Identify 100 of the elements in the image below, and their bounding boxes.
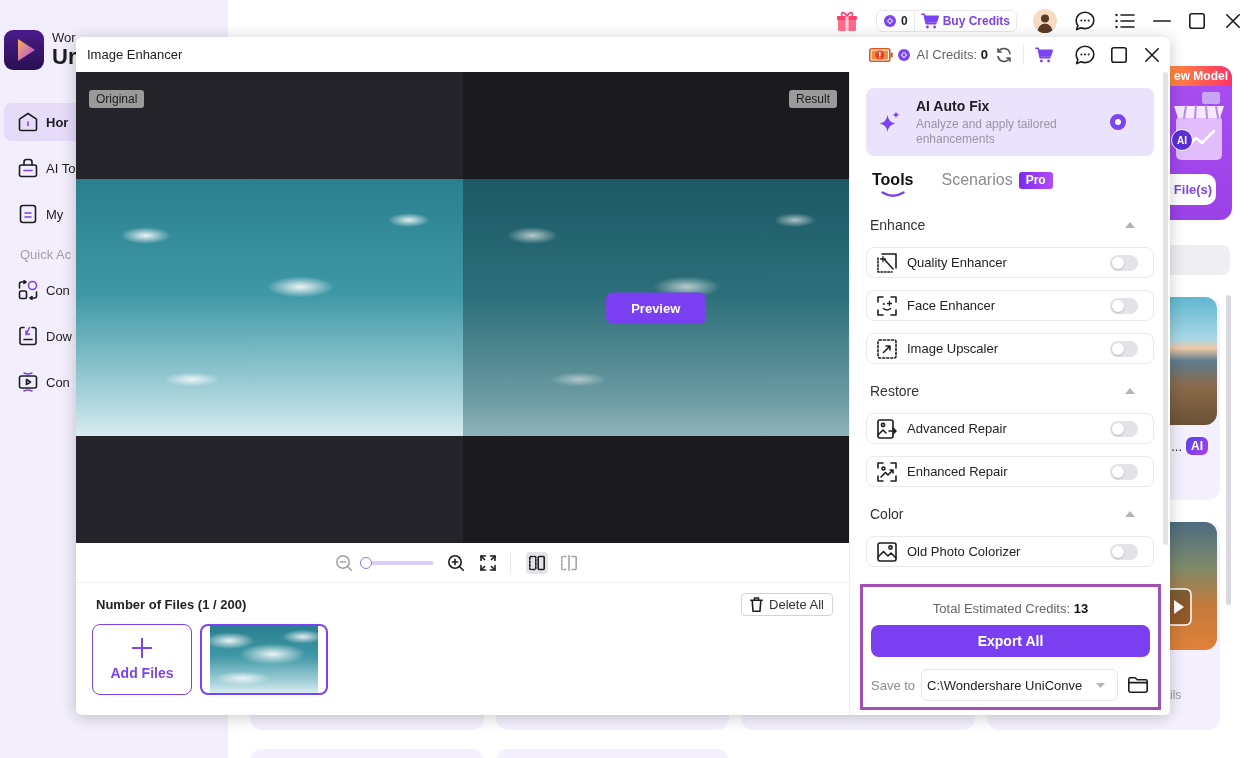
fullscreen-icon[interactable] [480, 554, 496, 571]
quick-action-item[interactable]: Con [4, 363, 76, 401]
quick-action-item[interactable]: Con [4, 271, 76, 309]
side-by-side-icon [529, 554, 545, 571]
cart-icon [920, 13, 939, 29]
tool-row[interactable]: Enhanced Repair [866, 456, 1154, 487]
ai-badge: AI [1186, 437, 1208, 455]
image-repair-icon [877, 418, 897, 439]
quick-action-item[interactable]: Dow [4, 317, 76, 355]
radio-button[interactable] [1110, 114, 1126, 130]
card-caption: ils [1170, 688, 1182, 702]
toggle-switch[interactable] [1110, 254, 1138, 271]
tool-label: Image Upscaler [907, 341, 1000, 356]
close-icon[interactable] [1145, 47, 1159, 62]
nav-item[interactable]: My [4, 195, 76, 233]
tool-row[interactable]: Face Enhancer [866, 290, 1154, 321]
download-icon [18, 326, 38, 346]
minimize-icon[interactable] [1153, 20, 1171, 22]
image-enhance-icon [877, 461, 897, 482]
credits-estimate: Total Estimated Credits: 13 [932, 601, 1089, 617]
ai-credits-text: AI Credits: 0 [916, 47, 988, 62]
home-icon [18, 112, 38, 132]
convert-icon [18, 280, 38, 300]
tool-label: Advanced Repair [907, 421, 1008, 436]
nav-item[interactable]: Hor [4, 103, 76, 141]
tool-label: Old Photo Colorizer [907, 544, 1022, 559]
card-description: Analyze and apply tailored enhancements [916, 116, 1058, 147]
image-label: Original [89, 90, 145, 108]
close-icon[interactable] [1226, 14, 1240, 28]
window-title: Image Enhancer [87, 47, 183, 62]
nav-item[interactable]: AI To [4, 149, 76, 187]
caret-down-icon [1096, 682, 1106, 688]
battery-alert-icon [869, 47, 894, 62]
toggle-switch[interactable] [1110, 340, 1138, 357]
tool-row[interactable]: Image Upscaler [866, 333, 1154, 364]
zoom-in-icon[interactable] [448, 554, 464, 571]
chat-icon[interactable] [1075, 11, 1095, 31]
scrollbar-thumb[interactable] [1226, 295, 1231, 605]
export-all-button[interactable]: Export All [871, 625, 1150, 657]
save-to-label: Save to [871, 677, 916, 693]
toggle-switch[interactable] [1110, 420, 1138, 437]
slider-thumb[interactable] [360, 556, 372, 569]
toggle-switch[interactable] [1110, 297, 1138, 314]
card-title: ... [1171, 438, 1182, 454]
section-heading: Quick Ac [20, 248, 72, 262]
wand-icon [877, 252, 897, 273]
tool-label: Enhanced Repair [907, 464, 1009, 479]
app-logo-icon [4, 30, 44, 70]
add-files-button[interactable]: Add Files [92, 624, 192, 695]
folder-icon[interactable] [1128, 677, 1148, 693]
tab-underline-icon [880, 191, 905, 197]
split-view-icon [561, 554, 577, 571]
zoom-out-icon[interactable] [336, 554, 352, 571]
section-heading: Enhance [870, 217, 926, 233]
image-thumbnail[interactable] [200, 624, 328, 695]
buy-credits-button[interactable]: Buy Credits [920, 13, 1010, 29]
view-mode-button[interactable] [526, 551, 548, 574]
scrollbar-thumb[interactable] [1163, 72, 1168, 545]
toggle-switch[interactable] [1110, 463, 1138, 480]
image-label: Result [789, 90, 837, 108]
trash-icon [750, 597, 764, 612]
upscale-icon [877, 338, 897, 359]
face-scan-icon [877, 295, 897, 316]
sparkle-icon [879, 111, 901, 133]
caret-up-icon[interactable] [1125, 222, 1135, 228]
bar-background [1170, 245, 1230, 275]
credit-count: 0 [900, 14, 908, 28]
gift-icon[interactable] [835, 10, 858, 32]
tab[interactable]: Tools [872, 170, 914, 198]
pro-badge: Pro [1018, 171, 1053, 189]
monitor-icon [18, 372, 38, 392]
document-icon [18, 204, 38, 224]
path-dropdown[interactable]: C:\Wondershare UniConve [921, 669, 1119, 701]
new-model-badge: ew Model [1170, 66, 1232, 86]
landscape-icon [877, 541, 897, 562]
delete-all-button[interactable]: Delete All [741, 593, 833, 616]
tool-row[interactable]: Old Photo Colorizer [866, 536, 1154, 567]
section-heading: Restore [870, 383, 920, 399]
content-card[interactable]: ... AI [1170, 297, 1220, 500]
tool-row[interactable]: Quality Enhancer [866, 247, 1154, 278]
preview-button[interactable]: Preview [605, 292, 706, 323]
refresh-icon[interactable] [996, 46, 1012, 63]
caret-up-icon[interactable] [1125, 388, 1135, 394]
toggle-switch[interactable] [1110, 543, 1138, 560]
tab[interactable]: Scenarios Pro [941, 170, 1053, 198]
coin-icon [883, 15, 896, 27]
brand-name: Ur [52, 45, 77, 69]
tool-label: Quality Enhancer [907, 255, 1008, 270]
cart-icon[interactable] [1035, 46, 1053, 63]
menu-icon[interactable] [1115, 13, 1135, 29]
maximize-icon[interactable] [1189, 13, 1205, 29]
auto-fix-card[interactable]: AI Auto Fix Analyze and apply tailored enhancements [866, 88, 1154, 156]
avatar-icon[interactable] [1033, 9, 1057, 33]
chat-icon[interactable] [1075, 44, 1095, 65]
caret-up-icon[interactable] [1125, 511, 1135, 517]
add-files-button[interactable]: File(s) [1170, 174, 1216, 205]
maximize-icon[interactable] [1111, 46, 1127, 63]
brand-name: Wor [52, 31, 76, 45]
tool-row[interactable]: Advanced Repair [866, 413, 1154, 444]
section-heading: Color [870, 506, 904, 522]
